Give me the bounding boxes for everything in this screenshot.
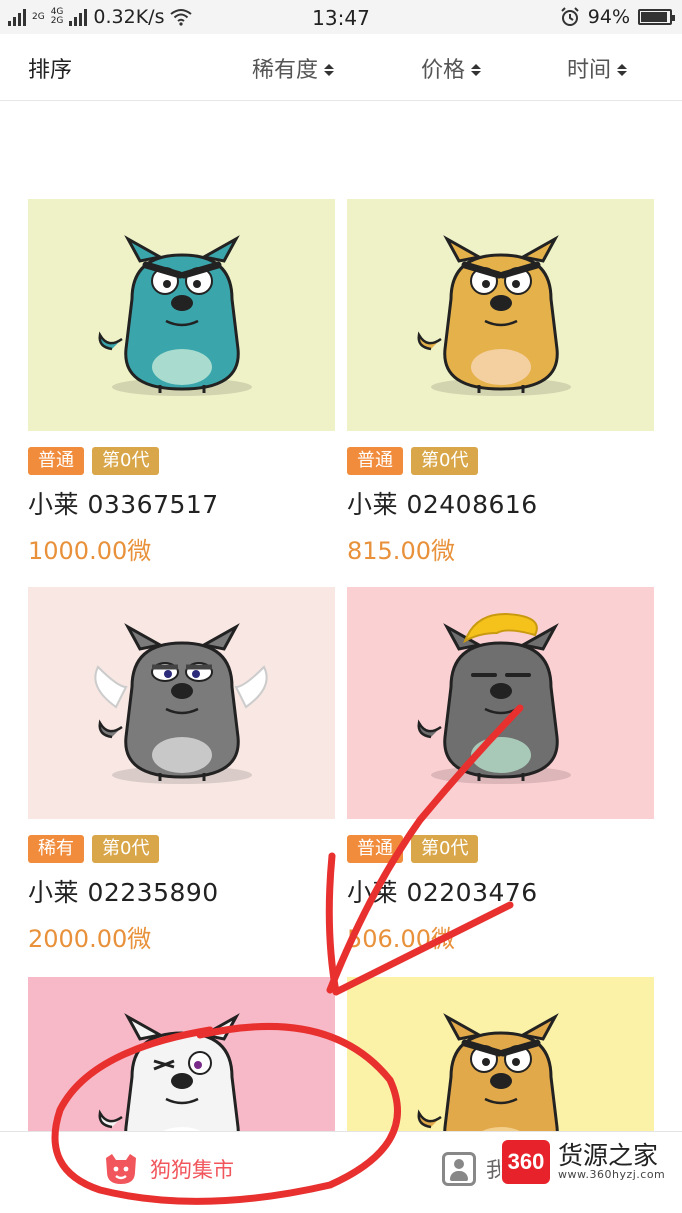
sort-option-label: 稀有度 [252,58,319,83]
dog-name: 小莱 03367517 [28,490,219,519]
sort-option-label: 价格 [421,58,466,83]
dog-face-icon [106,1154,136,1184]
dog-image[interactable] [28,199,335,431]
nav-mine[interactable]: 我 [442,1152,507,1186]
dog-name: 小莱 02408616 [347,490,538,519]
generation-tag: 第0代 [92,447,160,475]
generation-tag: 第0代 [92,835,160,863]
rarity-tag: 普通 [347,447,403,475]
watermark-url: www.360hyzj.com [558,1168,666,1181]
sort-arrows-icon [617,64,628,76]
sort-bar: 排序 稀有度 价格 时间 [0,34,682,101]
dog-image[interactable] [347,199,654,431]
sort-by-rarity[interactable]: 稀有度 [252,52,335,84]
battery-percent: 94% [587,6,630,28]
rarity-tag: 普通 [28,447,84,475]
sort-by-price[interactable]: 价格 [421,52,482,84]
dog-illustration [417,235,571,396]
dog-card[interactable]: 稀有 第0代 小莱 02235890 2000.00微 [28,587,335,954]
user-icon [442,1152,476,1186]
dog-illustration [98,235,252,396]
dog-image[interactable] [28,587,335,819]
sort-arrows-icon [471,64,482,76]
rarity-tag: 普通 [347,835,403,863]
dog-name: 小莱 02203476 [347,878,538,907]
status-bar: 2G 4G 2G 0.32K/s 13:47 94% [0,0,682,34]
dog-price: 2000.00微 [28,925,152,953]
watermark-title: 货源之家 [558,1141,659,1170]
dog-illustration [417,1013,559,1131]
sort-by-time[interactable]: 时间 [567,52,628,84]
generation-tag: 第0代 [411,447,479,475]
sort-title: 排序 [28,58,73,83]
dog-image[interactable] [28,977,335,1131]
dog-illustration [94,623,268,784]
dog-card[interactable]: 普通 第0代 小莱 03367517 1000.00微 [28,199,335,566]
watermark-logo: 360 [502,1140,550,1184]
dog-card[interactable]: 普通 第0代 小莱 02203476 506.00微 [347,587,654,954]
dog-illustration [417,613,571,784]
generation-tag: 第0代 [411,835,479,863]
watermark: 360 货源之家 www.360hyzj.com [500,1136,682,1188]
nav-market-label: 狗狗集市 [150,1158,234,1182]
battery-icon [638,9,675,25]
dog-card[interactable] [28,977,335,1131]
dog-card[interactable]: 普通 第0代 小莱 02408616 815.00微 [347,199,654,566]
dog-name: 小莱 02235890 [28,878,219,907]
dog-illustration [98,1013,240,1131]
dog-price: 1000.00微 [28,537,152,565]
dog-price: 815.00微 [347,537,455,565]
status-right: 94% [560,6,675,28]
dog-price: 506.00微 [347,925,455,953]
dog-image[interactable] [347,977,654,1131]
dog-image[interactable] [347,587,654,819]
sort-option-label: 时间 [567,58,612,83]
alarm-icon [561,7,579,26]
dog-card[interactable] [347,977,654,1131]
rarity-tag: 稀有 [28,835,84,863]
sort-arrows-icon [324,64,335,76]
nav-dog-market[interactable]: 狗狗集市 [102,1152,234,1186]
